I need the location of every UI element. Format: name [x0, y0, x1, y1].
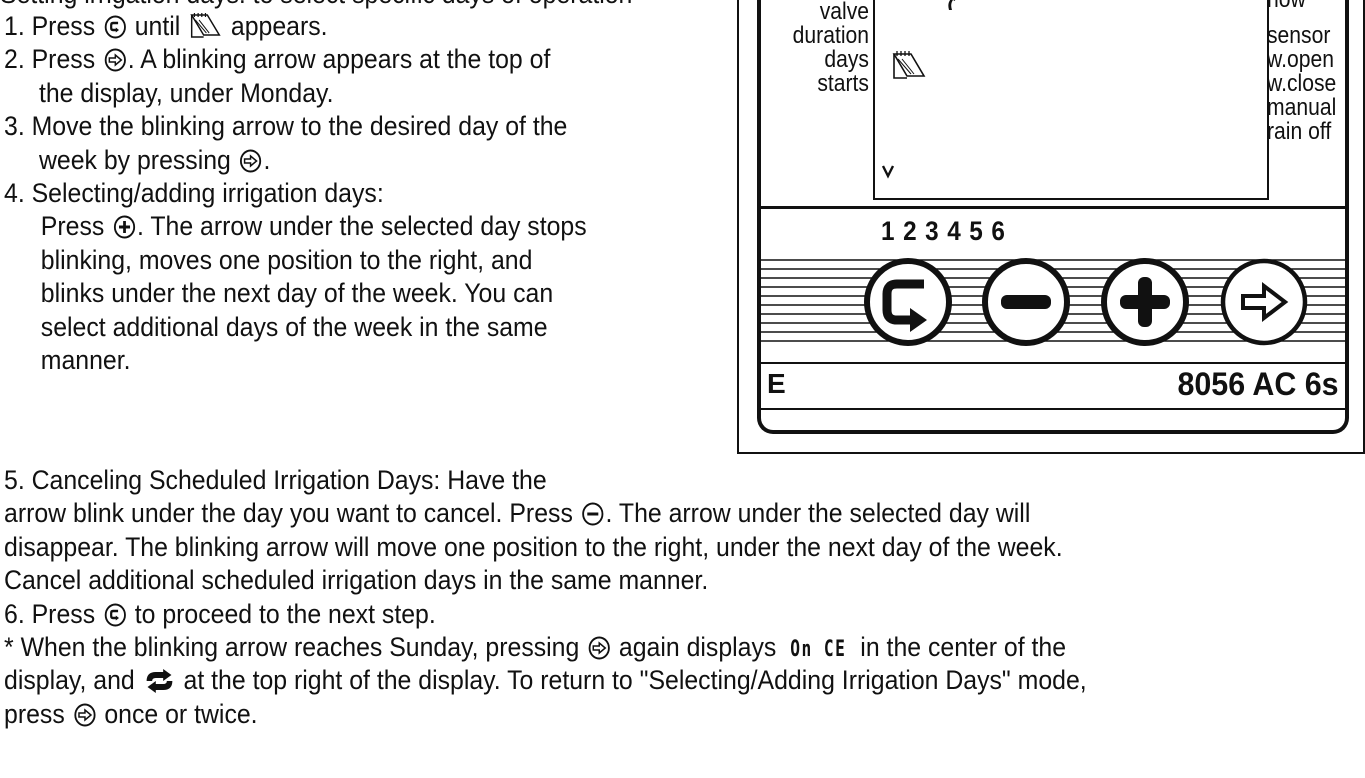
model-rule-top	[761, 362, 1345, 364]
face-divider	[761, 206, 1345, 209]
note-line-2: display, and at the top right of the dis…	[4, 665, 1087, 696]
label-valve: valve	[819, 0, 869, 25]
step-4-cont-3: blinks under the next day of the week. Y…	[40, 278, 554, 309]
step-2: 2. Press . A blinking arrow appears at t…	[4, 44, 551, 75]
step-5-cont-3: Cancel additional scheduled irrigation d…	[4, 565, 709, 596]
step-5: 5. Canceling Scheduled Irrigation Days: …	[4, 465, 547, 495]
button-strip	[761, 258, 1345, 346]
lcd-screen	[873, 0, 1269, 200]
step-3: 3. Move the blinking arrow to the desire…	[4, 111, 568, 142]
label-starts: starts	[817, 70, 869, 97]
controller-illustration: valve duration days starts now sen	[737, 0, 1365, 454]
next-button-icon	[104, 48, 126, 72]
full-width-text: 5. Canceling Scheduled Irrigation Days: …	[4, 464, 1356, 731]
next-button	[1220, 258, 1308, 346]
label-days: days	[824, 46, 869, 73]
label-now: now	[1267, 0, 1337, 12]
chevron-down-icon	[881, 165, 895, 179]
cycle-button-icon	[104, 15, 126, 39]
model-rule-bottom	[761, 408, 1345, 410]
step-4-cont-5: manner.	[40, 344, 131, 375]
step-5-cont-2: disappear. The blinking arrow will move …	[4, 531, 1063, 562]
label-w-close: w.close	[1267, 70, 1337, 97]
calendar-days-icon	[189, 11, 222, 39]
cycle-button-icon	[104, 603, 126, 627]
plus-button	[1101, 258, 1189, 346]
model-letter: E	[767, 368, 786, 399]
next-button-icon	[588, 636, 610, 660]
lcd-on-ce-text: On CE	[790, 636, 847, 662]
cut-off-intro-line: Setting irrigation days: to select speci…	[0, 0, 632, 10]
step-4: 4. Selecting/adding irrigation days:	[4, 177, 384, 208]
note-line-3: press once or twice.	[4, 698, 258, 729]
label-duration: duration	[792, 22, 869, 49]
model-name: 8056 AC 6s	[1177, 366, 1339, 402]
label-rain-off: rain off	[1267, 118, 1332, 145]
steps-column: 1. Press until appears. 2. Press . A bli…	[4, 10, 657, 377]
step-4-cont-4: select additional days of the week in th…	[40, 311, 548, 342]
label-sensor: sensor	[1267, 22, 1331, 49]
step-4-cont-2: blinking, moves one position to the righ…	[40, 244, 533, 275]
cycle-button	[864, 258, 952, 346]
calendar-days-icon	[892, 51, 926, 79]
step-1: 1. Press until appears.	[4, 11, 328, 41]
plus-button-icon	[113, 215, 135, 239]
step-6: 6. Press to proceed to the next step.	[4, 598, 436, 629]
label-w-open: w.open	[1267, 46, 1334, 73]
step-4-cont-1: Press . The arrow under the selected day…	[40, 211, 587, 242]
zone-numbers: 1 2 3 4 5 6	[881, 216, 1006, 246]
minus-button	[982, 258, 1070, 346]
label-manual: manual	[1267, 94, 1337, 121]
arrow-up-icon	[948, 0, 956, 10]
note-line-1: * When the blinking arrow reaches Sunday…	[4, 631, 1356, 664]
swap-arrows-icon	[143, 669, 174, 694]
minus-button-icon	[582, 502, 604, 526]
step-3-cont: week by pressing .	[38, 144, 271, 175]
next-button-icon	[240, 149, 262, 173]
step-2-cont: the display, under Monday.	[38, 77, 334, 108]
step-5-cont-1: arrow blink under the day you want to ca…	[4, 498, 1031, 529]
next-button-icon	[73, 703, 96, 727]
controller-face: valve duration days starts now sen	[757, 0, 1349, 434]
